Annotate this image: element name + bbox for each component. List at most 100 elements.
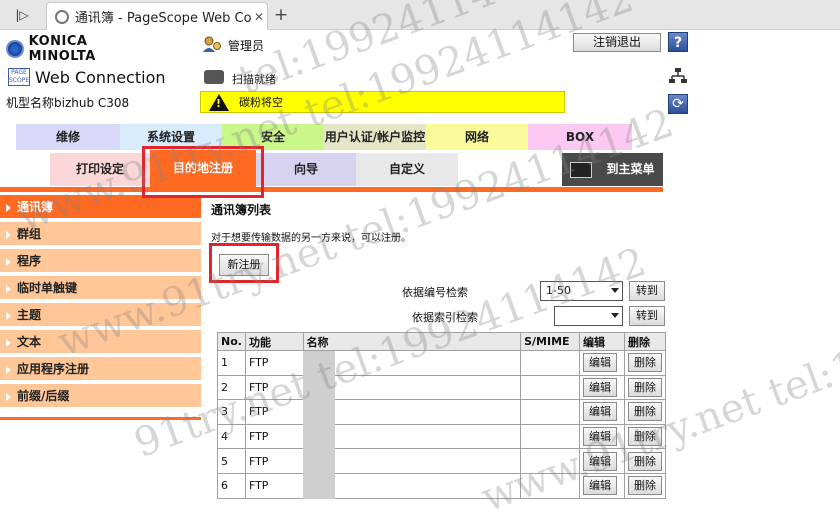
tab-custom[interactable]: 自定义 [356,153,458,186]
edit-button[interactable]: 编辑 [583,402,618,422]
edit-button[interactable]: 编辑 [583,427,618,447]
search-by-number-label: 依据编号检索 [402,286,468,299]
help-icon[interactable]: ? [668,32,688,52]
arrow-right-icon [6,365,11,374]
row-delete-cell: 删除 [623,399,667,425]
row-edit-cell: 编辑 [579,472,625,499]
delete-button[interactable]: 删除 [627,353,662,373]
row-edit-cell: 编辑 [579,423,625,450]
web-connection-logo: PAGE SCOPE Web Connection [8,66,188,88]
delete-button[interactable]: 删除 [627,377,662,397]
warning-icon: ! [209,93,229,111]
column-header-name: 名称 [302,332,522,351]
nav-label: 临时单触键 [17,281,78,295]
nav-item-temp-one-touch[interactable]: 临时单触键 [0,276,201,301]
column-header-no: No. [217,332,246,351]
arrow-right-icon [6,338,11,347]
column-header-function: 功能 [244,332,304,351]
chevron-down-icon [611,313,619,318]
tab-user-auth[interactable]: 用户认证/帐户监控 [324,124,426,150]
browser-tab[interactable]: 通讯簿 - PageScope Web Con ✕ [46,2,268,30]
tab-label: 维修 [55,130,80,144]
edit-button[interactable]: 编辑 [583,476,618,496]
highlight-destination-tab [142,146,264,198]
row-number: 2 [217,374,246,401]
row-smime [520,448,581,474]
row-edit-cell: 编辑 [579,399,625,425]
delete-button[interactable]: 删除 [627,476,662,496]
edit-button[interactable]: 编辑 [583,377,618,397]
edit-button[interactable]: 编辑 [583,353,618,373]
row-edit-cell: 编辑 [579,350,625,376]
go-button-index[interactable]: 转到 [629,306,665,326]
delete-button[interactable]: 删除 [627,427,662,447]
tab-wizard[interactable]: 向导 [256,153,356,186]
tab-print-settings[interactable]: 打印设定 [50,153,150,186]
tab-network[interactable]: 网络 [426,124,528,150]
nav-item-group[interactable]: 群组 [0,222,201,247]
row-number: 4 [217,423,246,450]
row-name [302,472,522,499]
arrow-right-icon [6,311,11,320]
tab-label: 到主菜单 [606,162,655,176]
row-number: 1 [217,350,246,376]
main-menu-icon [570,161,593,178]
tab-label: 网络 [464,130,489,144]
row-function: FTP [244,472,304,499]
konica-minolta-globe-icon [6,40,24,58]
nav-item-app-register[interactable]: 应用程序注册 [0,357,201,382]
nav-item-program[interactable]: 程序 [0,249,201,274]
nav-item-address-book[interactable]: 通讯簿 [0,195,201,220]
sidebar-toggle-icon[interactable]: |▷ [10,6,34,24]
page-description: 对于想要传输数据的另一方来说，可以注册。 [211,233,411,244]
tab-main-menu[interactable]: 到主菜单 [562,153,663,186]
app-name: Web Connection [35,67,166,87]
sitemap-icon[interactable] [668,68,688,84]
table-row: 3 FTP 编辑 删除 [217,399,667,425]
nav-item-prefix-suffix[interactable]: 前缀/后缀 [0,384,201,409]
tab-maintenance[interactable]: 维修 [16,124,120,150]
logout-button[interactable]: 注销退出 [573,33,661,52]
index-select[interactable] [554,306,623,326]
search-by-index-label: 依据索引检索 [412,311,478,324]
row-name [302,374,522,401]
nav-item-text[interactable]: 文本 [0,330,201,355]
address-book-table: No. 功能 名称 S/MIME 编辑 删除 1 FTP 编辑 删除 2 FTP… [217,332,667,499]
row-function: FTP [244,350,304,376]
left-nav: 通讯簿 群组 程序 临时单触键 主题 文本 应用程序注册 前缀/后缀 [0,195,201,421]
row-smime [520,374,581,401]
new-tab-button[interactable]: + [270,4,292,26]
row-function: FTP [244,374,304,401]
range-select[interactable]: 1-50 [540,281,623,301]
model-name: 机型名称bizhub C308 [6,96,130,110]
range-select-value: 1-50 [546,284,571,297]
arrow-right-icon [6,230,11,239]
row-function: FTP [244,448,304,474]
admin-user-icon [203,36,221,52]
row-delete-cell: 删除 [623,350,667,376]
delete-button[interactable]: 删除 [627,451,662,471]
nav-item-subject[interactable]: 主题 [0,303,201,328]
row-name [302,350,522,376]
row-name [302,399,522,425]
refresh-icon[interactable]: ⟳ [668,94,688,114]
row-smime [520,423,581,450]
scan-status-text: 扫描就绪 [232,73,276,86]
tab-label: 安全 [260,130,285,144]
tab-label: 打印设定 [75,162,124,176]
go-button-number[interactable]: 转到 [629,281,665,301]
arrow-right-icon [6,203,11,212]
nav-label: 文本 [17,335,42,349]
row-edit-cell: 编辑 [579,374,625,401]
page-title: 通讯簿列表 [211,203,272,217]
table-row: 1 FTP 编辑 删除 [217,350,667,376]
scanner-icon [204,70,224,84]
tab-underline [0,187,663,192]
column-header-edit: 编辑 [579,332,625,351]
row-delete-cell: 删除 [623,423,667,450]
close-tab-icon[interactable]: ✕ [251,10,267,24]
edit-button[interactable]: 编辑 [583,451,618,471]
delete-button[interactable]: 删除 [627,402,662,422]
tab-label: 系统设置 [146,130,195,144]
tab-box[interactable]: BOX [528,124,632,150]
